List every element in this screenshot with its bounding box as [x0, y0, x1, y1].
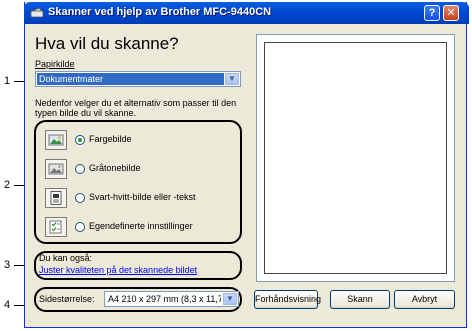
paper-source-label: Papirkilde [35, 59, 75, 69]
radio-custom[interactable] [75, 222, 85, 232]
black-white-text-icon [50, 191, 62, 205]
title-bar[interactable]: Skanner ved hjelp av Brother MFC-9440CN … [24, 2, 469, 24]
scan-type-description: Nedenfor velger du et alternativ som pas… [35, 98, 237, 118]
adjust-quality-link[interactable]: Juster kvaliteten på det skannede bildet [39, 265, 197, 275]
scanner-dialog: Skanner ved hjelp av Brother MFC-9440CN … [24, 2, 469, 328]
page-size-value: A4 210 x 297 mm (8,3 x 11,7 [108, 294, 221, 304]
help-button[interactable]: ? [424, 5, 440, 21]
custom-settings-button[interactable] [45, 217, 67, 237]
color-picture-icon [48, 134, 64, 146]
callout-1: 1 [4, 75, 11, 87]
option-label-black-white[interactable]: Svart-hvitt-bilde eller -tekst [89, 192, 196, 202]
radio-grayscale[interactable] [75, 164, 85, 174]
callout-2: 2 [4, 179, 11, 191]
option-label-custom[interactable]: Egendefinerte innstillinger [89, 221, 193, 231]
preview-page-outline [264, 42, 447, 274]
paper-source-value: Dokumentmater [37, 73, 224, 85]
callout-3: 3 [4, 259, 11, 271]
scanner-icon [30, 7, 44, 18]
preview-pane [256, 34, 455, 282]
black-white-text-button[interactable] [45, 188, 67, 208]
page-title: Hva vil du skanne? [35, 34, 179, 53]
grayscale-picture-icon [48, 163, 64, 175]
cancel-button[interactable]: Avbryt [394, 290, 455, 309]
color-picture-button[interactable] [45, 130, 67, 150]
page-size-select[interactable]: A4 210 x 297 mm (8,3 x 11,7 ▼ [104, 291, 239, 307]
option-label-color[interactable]: Fargebilde [89, 134, 132, 144]
close-button[interactable]: ✕ [443, 5, 459, 21]
paper-source-select[interactable]: Dokumentmater ▼ [35, 71, 241, 87]
preview-button[interactable]: Forhåndsvisning [254, 290, 321, 309]
callout-4: 4 [4, 299, 11, 311]
option-label-grayscale[interactable]: Gråtonebilde [89, 163, 141, 173]
grayscale-picture-button[interactable] [45, 159, 67, 179]
window-title: Skanner ved hjelp av Brother MFC-9440CN [48, 6, 272, 18]
page-size-label: Sidestørrelse: [39, 294, 95, 304]
also-label: Du kan også: [39, 253, 93, 263]
custom-settings-icon [49, 220, 62, 234]
chevron-down-icon[interactable]: ▼ [225, 73, 239, 85]
scan-button[interactable]: Skann [330, 290, 390, 309]
radio-black-white[interactable] [75, 193, 85, 203]
radio-color-picture[interactable] [75, 135, 85, 145]
chevron-down-icon[interactable]: ▼ [223, 293, 237, 305]
